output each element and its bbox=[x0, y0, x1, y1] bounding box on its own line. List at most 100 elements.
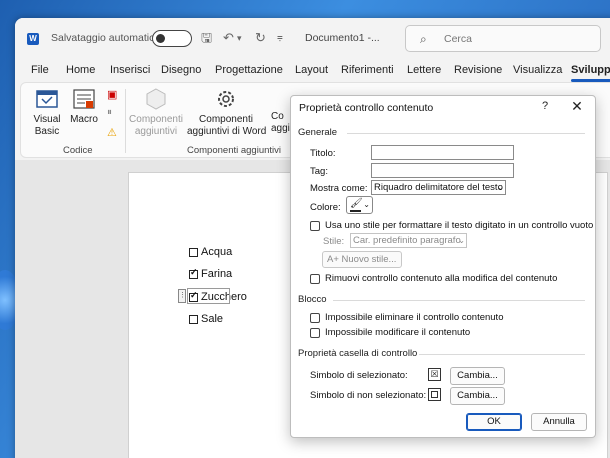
section-casella: Proprietà casella di controllo bbox=[298, 348, 418, 359]
checkbox-unchecked-icon[interactable] bbox=[189, 247, 198, 257]
checked-symbol-icon: ☒ bbox=[428, 368, 441, 381]
ok-button[interactable]: OK bbox=[466, 413, 522, 431]
color-picker-button[interactable]: 🖌 ⌄ bbox=[346, 196, 373, 214]
macro-button[interactable]: Macro bbox=[67, 87, 101, 126]
stile-label: Stile: bbox=[323, 236, 345, 247]
search-icon: ⌕ bbox=[420, 32, 427, 46]
colore-label: Colore: bbox=[310, 202, 341, 213]
tab-sviluppo[interactable]: Sviluppo bbox=[571, 64, 610, 76]
simbolo-non-selezionato-label: Simbolo di non selezionato: bbox=[310, 390, 427, 401]
mostra-come-label: Mostra come: bbox=[310, 183, 368, 194]
componenti-word-button[interactable]: Componenti aggiuntivi di Word bbox=[187, 87, 267, 138]
mostra-come-select[interactable]: Riquadro delimitatore del testo ⌄ bbox=[371, 180, 506, 195]
list-item[interactable]: Farina bbox=[189, 267, 233, 280]
menu-bar: File Home Inserisci Disegno Progettazion… bbox=[15, 60, 610, 82]
macro-label: Macro bbox=[70, 114, 98, 125]
tab-lettere[interactable]: Lettere bbox=[407, 64, 441, 76]
gear-icon bbox=[218, 91, 234, 107]
pause-recording-icon[interactable]: ⏸ bbox=[107, 107, 112, 118]
tab-layout[interactable]: Layout bbox=[295, 64, 328, 76]
checkbox-checked-icon[interactable] bbox=[189, 290, 198, 302]
group-codice-label: Codice bbox=[63, 145, 93, 156]
undo-dropdown-icon[interactable]: ▾ bbox=[237, 30, 242, 46]
tab-riferimenti[interactable]: Riferimenti bbox=[341, 64, 394, 76]
search-box[interactable]: ⌕ Cerca bbox=[405, 25, 601, 52]
list-item-label: Sale bbox=[201, 313, 224, 325]
section-divider bbox=[347, 133, 585, 134]
tab-visualizza[interactable]: Visualizza bbox=[513, 64, 562, 76]
section-divider bbox=[333, 300, 585, 301]
usa-stile-checkbox[interactable] bbox=[310, 221, 320, 231]
componenti-word-label: Componenti aggiuntivi di Word bbox=[187, 114, 267, 137]
tab-inserisci[interactable]: Inserisci bbox=[110, 64, 150, 76]
word-logo-icon: W bbox=[27, 33, 39, 45]
macro-security-icon[interactable]: ⚠ bbox=[107, 126, 117, 139]
list-item[interactable]: Acqua bbox=[189, 246, 232, 258]
section-blocco: Blocco bbox=[298, 294, 327, 305]
record-macro-icon[interactable]: ▣ bbox=[107, 88, 117, 101]
title-bar: W Salvataggio automatico 🖫 ↶ ▾ ↻ ⩦ Docum… bbox=[15, 18, 610, 60]
tab-disegno[interactable]: Disegno bbox=[161, 64, 201, 76]
chevron-down-icon: ⌄ bbox=[458, 236, 465, 245]
chevron-down-icon: ⌄ bbox=[497, 183, 504, 192]
impossibile-modificare-label: Impossibile modificare il contenuto bbox=[325, 327, 471, 338]
help-icon[interactable]: ? bbox=[538, 100, 552, 112]
checkbox-checked-icon[interactable] bbox=[189, 267, 198, 279]
visual-basic-button[interactable]: Visual Basic bbox=[27, 87, 67, 138]
tag-input[interactable] bbox=[371, 163, 514, 178]
rimuovi-checkbox[interactable] bbox=[310, 274, 320, 284]
annulla-button[interactable]: Annulla bbox=[531, 413, 587, 431]
search-placeholder: Cerca bbox=[444, 33, 473, 45]
document-title: Documento1 -... bbox=[305, 32, 380, 44]
cambia-selezionato-button[interactable]: Cambia... bbox=[450, 367, 505, 385]
cambia-non-selezionato-button[interactable]: Cambia... bbox=[450, 387, 505, 405]
nuovo-stile-button[interactable]: A+ Nuovo stile... bbox=[322, 251, 402, 268]
titolo-label: Titolo: bbox=[310, 148, 336, 159]
visual-basic-label: Visual Basic bbox=[33, 114, 61, 137]
simbolo-selezionato-label: Simbolo di selezionato: bbox=[310, 370, 408, 381]
list-item-label: Acqua bbox=[201, 246, 233, 258]
group-componenti-label: Componenti aggiuntivi bbox=[187, 145, 282, 156]
stile-select[interactable]: Car. predefinito paragrafo ⌄ bbox=[350, 233, 467, 248]
close-icon[interactable]: ✕ bbox=[569, 98, 585, 115]
list-item-label: Farina bbox=[201, 268, 233, 280]
content-control-properties-dialog: Proprietà controllo contenuto ? ✕ Genera… bbox=[290, 95, 596, 438]
customize-toolbar-icon[interactable]: ⩦ bbox=[277, 30, 283, 46]
undo-icon[interactable]: ↶ bbox=[223, 30, 234, 46]
impossibile-eliminare-checkbox[interactable] bbox=[310, 313, 320, 323]
content-control-handle-icon[interactable]: ⋮ bbox=[178, 289, 186, 303]
tab-home[interactable]: Home bbox=[66, 64, 95, 76]
color-swatch-bar bbox=[350, 210, 361, 212]
paint-bucket-icon: 🖌 bbox=[350, 198, 363, 209]
tab-file[interactable]: File bbox=[31, 64, 49, 76]
redo-icon[interactable]: ↻ bbox=[255, 30, 266, 46]
list-item[interactable]: ⋮ Zucchero bbox=[178, 288, 247, 304]
tab-revisione[interactable]: Revisione bbox=[454, 64, 502, 76]
chevron-down-icon: ⌄ bbox=[363, 200, 370, 209]
checkbox-unchecked-icon[interactable] bbox=[189, 314, 198, 324]
autosave-toggle[interactable] bbox=[152, 30, 192, 47]
stile-value: Car. predefinito paragrafo bbox=[353, 235, 461, 246]
group-separator bbox=[125, 89, 126, 153]
impossibile-eliminare-label: Impossibile eliminare il controllo conte… bbox=[325, 312, 504, 323]
impossibile-modificare-checkbox[interactable] bbox=[310, 328, 320, 338]
componenti-aggiuntivi-label: Componenti aggiuntivi bbox=[129, 114, 183, 137]
dialog-title: Proprietà controllo contenuto bbox=[299, 102, 434, 114]
addins-hex-icon bbox=[146, 88, 166, 110]
list-item[interactable]: Sale bbox=[189, 313, 223, 325]
usa-stile-label: Usa uno stile per formattare il testo di… bbox=[325, 220, 594, 231]
macro-icon bbox=[73, 89, 95, 109]
componenti-aggiuntivi-button[interactable]: Componenti aggiuntivi bbox=[128, 87, 184, 138]
section-generale: Generale bbox=[298, 127, 338, 138]
tag-label: Tag: bbox=[310, 166, 328, 177]
titolo-input[interactable] bbox=[371, 145, 514, 160]
rimuovi-label: Rimuovi controllo contenuto alla modific… bbox=[325, 273, 558, 284]
visual-basic-icon bbox=[36, 90, 58, 108]
tab-progettazione[interactable]: Progettazione bbox=[215, 64, 283, 76]
unchecked-symbol-icon bbox=[428, 388, 441, 401]
nuovo-stile-label: Nuovo stile... bbox=[341, 254, 397, 265]
save-icon[interactable]: 🖫 bbox=[201, 30, 212, 46]
section-divider bbox=[419, 354, 585, 355]
mostra-come-value: Riquadro delimitatore del testo bbox=[374, 182, 503, 193]
new-style-icon: A+ bbox=[327, 254, 342, 265]
